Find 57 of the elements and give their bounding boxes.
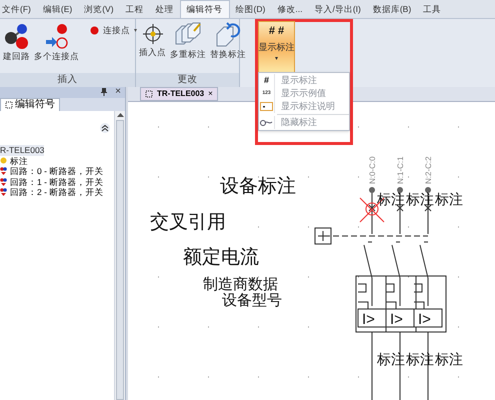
panel-tab[interactable]: 编辑符号 — [0, 98, 60, 111]
tree-item[interactable]: 回路：2 - 断路器，开关 — [0, 187, 114, 198]
collapse-icon[interactable] — [100, 123, 110, 133]
circuit-icon — [0, 188, 7, 196]
menu-tab[interactable]: 工程 — [120, 0, 150, 18]
tree-item[interactable]: R-TELE003 — [0, 145, 44, 156]
ribbon-button[interactable]: 多重标注 — [169, 22, 207, 58]
pin-icon[interactable] — [101, 88, 108, 96]
connection-dot-icon — [90, 26, 99, 35]
annotation-text: 标注 — [435, 351, 463, 367]
ribbon-button[interactable]: 建回路 — [2, 22, 31, 60]
crosshair-icon — [140, 22, 164, 46]
trip-label: I> — [418, 311, 431, 328]
canvas-label: 交叉引用 — [150, 212, 226, 233]
menu-item[interactable]: # 显示标注 — [259, 74, 349, 87]
symbol-icon — [145, 90, 153, 98]
annotation-dot-icon — [0, 157, 7, 164]
pole-label: N:2-C:2 — [424, 156, 433, 184]
menu-tab[interactable]: 处理 — [150, 0, 180, 18]
pole-label: N:1-C:1 — [396, 156, 405, 184]
connection-points-icon — [44, 22, 70, 50]
close-button[interactable]: × — [115, 87, 121, 98]
scrollbar[interactable] — [114, 111, 125, 400]
tree-item[interactable]: 标注 — [0, 156, 114, 166]
tag-replace-icon — [215, 22, 241, 48]
menu-tab[interactable]: 工具 — [417, 0, 448, 18]
circuit-icon — [0, 178, 7, 186]
canvas-label: 制造商数据 — [203, 276, 278, 293]
group-label: 更改 — [136, 73, 239, 87]
menu-tab[interactable]: 编辑符号 — [180, 0, 230, 18]
hide-annotation-icon — [260, 118, 273, 127]
annotation-text: 标注 — [435, 191, 463, 207]
molecule-icon — [4, 22, 30, 50]
canvas-label: 额定电流 — [183, 247, 259, 268]
menu-tab[interactable]: 文件(F) — [0, 0, 37, 18]
menu-tab[interactable]: 绘图(D) — [230, 0, 272, 18]
canvas-label: 设备型号 — [222, 292, 282, 309]
tree-item[interactable]: 回路：0 - 断路器，开关 — [0, 166, 114, 176]
trip-label: I> — [390, 311, 403, 328]
canvas-label: 设备标注 — [220, 176, 296, 197]
circuit-icon — [0, 167, 7, 176]
trip-label: I> — [362, 311, 375, 328]
menu-glyph: # — [264, 74, 269, 87]
menu-tab[interactable]: 修改... — [271, 0, 308, 18]
ribbon-button[interactable]: 多个连接点 — [33, 22, 80, 60]
tree-item[interactable]: 回路：1 - 断路器，开关 — [0, 176, 114, 187]
symbol-icon — [5, 100, 13, 109]
document-tab[interactable]: TR-TELE003 × — [140, 87, 218, 101]
pole-label: N:0-C:0 — [368, 156, 377, 184]
menu-tab[interactable]: 数据库(B) — [366, 0, 418, 18]
menu-tab[interactable]: 导入/导出(I) — [308, 0, 367, 18]
menu-tab[interactable]: 编辑(E) — [36, 0, 78, 18]
group-label: 插入 — [0, 73, 135, 87]
ribbon-button[interactable]: 替换标注 — [209, 22, 247, 58]
menu-tab[interactable]: 浏览(V) — [78, 0, 120, 18]
ribbon-button[interactable]: 插入点 — [138, 22, 167, 56]
scroll-up-icon[interactable] — [116, 113, 124, 117]
